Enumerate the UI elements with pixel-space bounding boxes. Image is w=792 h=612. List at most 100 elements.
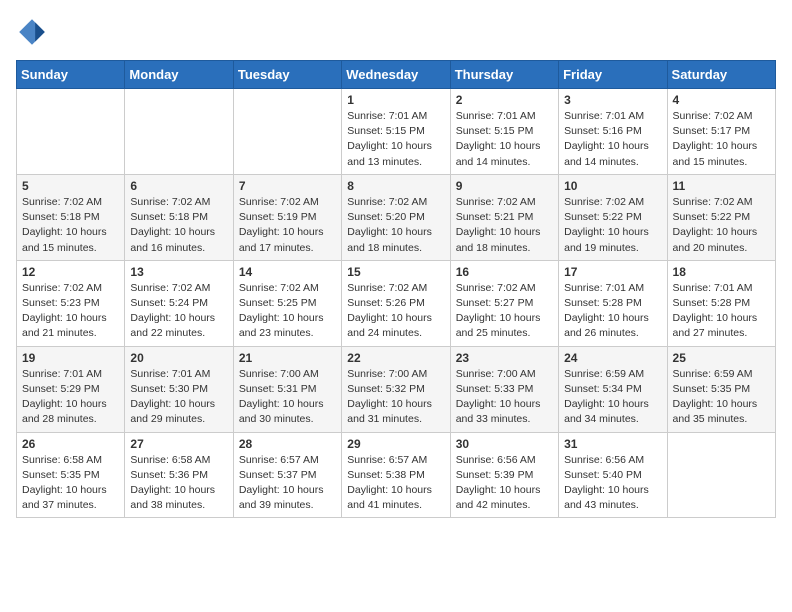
day-number: 17: [564, 265, 661, 279]
calendar-cell: 27 Sunrise: 6:58 AM Sunset: 5:36 PM Dayli…: [125, 432, 233, 518]
day-of-week-header: Tuesday: [233, 61, 341, 89]
calendar-header-row: SundayMondayTuesdayWednesdayThursdayFrid…: [17, 61, 776, 89]
calendar-cell: 4Sunrise: 7:02 AM Sunset: 5:17 PM Daylig…: [667, 89, 775, 175]
calendar-week-row: 26 Sunrise: 6:58 AM Sunset: 5:35 PM Dayli…: [17, 432, 776, 518]
calendar-cell: 1 Sunrise: 7:01 AM Sunset: 5:15 PM Daylig…: [342, 89, 450, 175]
day-info: Sunrise: 6:58 AM Sunset: 5:35 PM Dayligh…: [22, 453, 119, 514]
day-info: Sunrise: 7:02 AM Sunset: 5:25 PM Dayligh…: [239, 281, 336, 342]
day-number: 31: [564, 437, 661, 451]
day-number: 26: [22, 437, 119, 451]
calendar-week-row: 5 Sunrise: 7:02 AM Sunset: 5:18 PM Daylig…: [17, 174, 776, 260]
day-number: 29: [347, 437, 444, 451]
calendar-week-row: 1 Sunrise: 7:01 AM Sunset: 5:15 PM Daylig…: [17, 89, 776, 175]
day-number: 21: [239, 351, 336, 365]
calendar-cell: 18 Sunrise: 7:01 AM Sunset: 5:28 PM Dayli…: [667, 260, 775, 346]
calendar-cell: 23 Sunrise: 7:00 AM Sunset: 5:33 PM Dayli…: [450, 346, 558, 432]
day-number: 23: [456, 351, 553, 365]
day-number: 15: [347, 265, 444, 279]
day-info: Sunrise: 7:02 AM Sunset: 5:20 PM Dayligh…: [347, 195, 444, 256]
day-number: 2: [456, 93, 553, 107]
calendar-week-row: 12Sunrise: 7:02 AM Sunset: 5:23 PM Dayli…: [17, 260, 776, 346]
day-number: 20: [130, 351, 227, 365]
day-number: 30: [456, 437, 553, 451]
day-info: Sunrise: 6:56 AM Sunset: 5:40 PM Dayligh…: [564, 453, 661, 514]
day-info: Sunrise: 7:00 AM Sunset: 5:31 PM Dayligh…: [239, 367, 336, 428]
day-of-week-header: Wednesday: [342, 61, 450, 89]
day-number: 28: [239, 437, 336, 451]
calendar-cell: 20 Sunrise: 7:01 AM Sunset: 5:30 PM Dayli…: [125, 346, 233, 432]
day-info: Sunrise: 6:57 AM Sunset: 5:38 PM Dayligh…: [347, 453, 444, 514]
calendar-cell: [125, 89, 233, 175]
day-number: 14: [239, 265, 336, 279]
day-number: 10: [564, 179, 661, 193]
day-info: Sunrise: 7:01 AM Sunset: 5:28 PM Dayligh…: [673, 281, 770, 342]
day-number: 18: [673, 265, 770, 279]
day-info: Sunrise: 6:59 AM Sunset: 5:35 PM Dayligh…: [673, 367, 770, 428]
calendar-cell: 17 Sunrise: 7:01 AM Sunset: 5:28 PM Dayli…: [559, 260, 667, 346]
calendar-cell: 31 Sunrise: 6:56 AM Sunset: 5:40 PM Dayli…: [559, 432, 667, 518]
day-info: Sunrise: 7:02 AM Sunset: 5:18 PM Dayligh…: [130, 195, 227, 256]
day-info: Sunrise: 7:02 AM Sunset: 5:22 PM Dayligh…: [564, 195, 661, 256]
day-number: 13: [130, 265, 227, 279]
calendar-cell: 22Sunrise: 7:00 AM Sunset: 5:32 PM Dayli…: [342, 346, 450, 432]
calendar-cell: 25 Sunrise: 6:59 AM Sunset: 5:35 PM Dayli…: [667, 346, 775, 432]
day-number: 9: [456, 179, 553, 193]
day-of-week-header: Friday: [559, 61, 667, 89]
calendar-cell: [17, 89, 125, 175]
calendar-cell: 9 Sunrise: 7:02 AM Sunset: 5:21 PM Daylig…: [450, 174, 558, 260]
calendar-cell: 26 Sunrise: 6:58 AM Sunset: 5:35 PM Dayli…: [17, 432, 125, 518]
day-info: Sunrise: 7:02 AM Sunset: 5:18 PM Dayligh…: [22, 195, 119, 256]
day-number: 12: [22, 265, 119, 279]
calendar-cell: 29 Sunrise: 6:57 AM Sunset: 5:38 PM Dayli…: [342, 432, 450, 518]
calendar-cell: 14 Sunrise: 7:02 AM Sunset: 5:25 PM Dayli…: [233, 260, 341, 346]
day-info: Sunrise: 7:01 AM Sunset: 5:29 PM Dayligh…: [22, 367, 119, 428]
logo-icon: [16, 16, 48, 48]
calendar-cell: 13 Sunrise: 7:02 AM Sunset: 5:24 PM Dayli…: [125, 260, 233, 346]
calendar-cell: 5 Sunrise: 7:02 AM Sunset: 5:18 PM Daylig…: [17, 174, 125, 260]
day-info: Sunrise: 7:00 AM Sunset: 5:33 PM Dayligh…: [456, 367, 553, 428]
day-of-week-header: Monday: [125, 61, 233, 89]
day-info: Sunrise: 6:58 AM Sunset: 5:36 PM Dayligh…: [130, 453, 227, 514]
calendar-cell: [667, 432, 775, 518]
calendar-cell: 19Sunrise: 7:01 AM Sunset: 5:29 PM Dayli…: [17, 346, 125, 432]
day-info: Sunrise: 7:02 AM Sunset: 5:22 PM Dayligh…: [673, 195, 770, 256]
logo: [16, 16, 52, 48]
day-of-week-header: Sunday: [17, 61, 125, 89]
day-info: Sunrise: 6:56 AM Sunset: 5:39 PM Dayligh…: [456, 453, 553, 514]
day-of-week-header: Saturday: [667, 61, 775, 89]
calendar-cell: 12Sunrise: 7:02 AM Sunset: 5:23 PM Dayli…: [17, 260, 125, 346]
day-number: 16: [456, 265, 553, 279]
day-info: Sunrise: 7:01 AM Sunset: 5:16 PM Dayligh…: [564, 109, 661, 170]
calendar-cell: 7Sunrise: 7:02 AM Sunset: 5:19 PM Daylig…: [233, 174, 341, 260]
calendar-cell: 21 Sunrise: 7:00 AM Sunset: 5:31 PM Dayli…: [233, 346, 341, 432]
day-number: 5: [22, 179, 119, 193]
day-info: Sunrise: 7:02 AM Sunset: 5:24 PM Dayligh…: [130, 281, 227, 342]
day-number: 3: [564, 93, 661, 107]
day-of-week-header: Thursday: [450, 61, 558, 89]
calendar-cell: 16Sunrise: 7:02 AM Sunset: 5:27 PM Dayli…: [450, 260, 558, 346]
day-number: 24: [564, 351, 661, 365]
day-number: 6: [130, 179, 227, 193]
day-info: Sunrise: 7:01 AM Sunset: 5:15 PM Dayligh…: [347, 109, 444, 170]
day-number: 1: [347, 93, 444, 107]
calendar-cell: 11 Sunrise: 7:02 AM Sunset: 5:22 PM Dayli…: [667, 174, 775, 260]
day-number: 25: [673, 351, 770, 365]
day-info: Sunrise: 7:01 AM Sunset: 5:28 PM Dayligh…: [564, 281, 661, 342]
calendar-cell: 28 Sunrise: 6:57 AM Sunset: 5:37 PM Dayli…: [233, 432, 341, 518]
day-info: Sunrise: 7:02 AM Sunset: 5:26 PM Dayligh…: [347, 281, 444, 342]
calendar-table: SundayMondayTuesdayWednesdayThursdayFrid…: [16, 60, 776, 518]
day-number: 7: [239, 179, 336, 193]
day-info: Sunrise: 6:59 AM Sunset: 5:34 PM Dayligh…: [564, 367, 661, 428]
page-header: [16, 16, 776, 48]
day-info: Sunrise: 7:01 AM Sunset: 5:15 PM Dayligh…: [456, 109, 553, 170]
day-number: 27: [130, 437, 227, 451]
day-number: 11: [673, 179, 770, 193]
day-info: Sunrise: 7:00 AM Sunset: 5:32 PM Dayligh…: [347, 367, 444, 428]
calendar-cell: 10 Sunrise: 7:02 AM Sunset: 5:22 PM Dayli…: [559, 174, 667, 260]
day-info: Sunrise: 7:02 AM Sunset: 5:21 PM Dayligh…: [456, 195, 553, 256]
day-number: 8: [347, 179, 444, 193]
calendar-cell: [233, 89, 341, 175]
day-info: Sunrise: 7:01 AM Sunset: 5:30 PM Dayligh…: [130, 367, 227, 428]
calendar-cell: 30 Sunrise: 6:56 AM Sunset: 5:39 PM Dayli…: [450, 432, 558, 518]
day-info: Sunrise: 6:57 AM Sunset: 5:37 PM Dayligh…: [239, 453, 336, 514]
